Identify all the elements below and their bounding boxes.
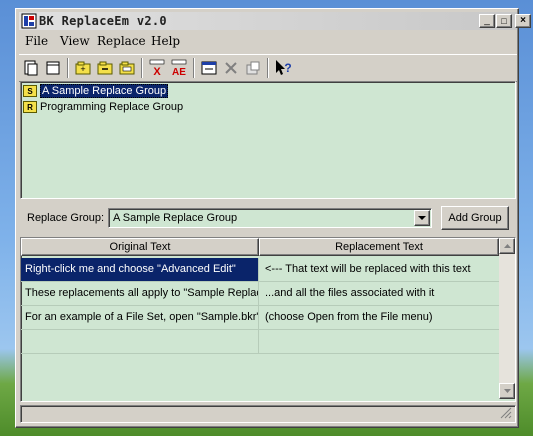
status-bar	[20, 405, 516, 423]
replacements-table[interactable]: Original Text Replacement Text Right-cli…	[20, 237, 516, 402]
edit-icon[interactable]	[199, 58, 219, 78]
maximize-button[interactable]: □	[496, 14, 512, 28]
menu-bar: File View Replace Help	[19, 32, 517, 50]
replace-groups-list[interactable]: S A Sample Replace Group R Programming R…	[20, 81, 516, 199]
group-label: A Sample Replace Group	[40, 84, 169, 98]
replace-group-label: Replace Group:	[27, 212, 105, 224]
delete-x-label: X	[153, 66, 161, 77]
close-button[interactable]: ×	[515, 14, 531, 28]
original-text-cell[interactable]	[21, 330, 259, 353]
toolbar: + X AE ?	[19, 54, 517, 82]
new-file-icon[interactable]	[21, 58, 41, 78]
remove-group-icon[interactable]	[95, 58, 115, 78]
scroll-down-icon[interactable]	[499, 383, 515, 399]
replacement-text-cell[interactable]	[259, 330, 499, 353]
delete-replacement-icon[interactable]: X	[147, 58, 167, 78]
table-row[interactable]: These replacements all apply to "Sample …	[21, 282, 499, 306]
app-icon	[21, 13, 37, 29]
blank-doc-icon[interactable]	[43, 58, 63, 78]
advanced-ae-label: AE	[172, 67, 186, 77]
original-text-cell[interactable]: Right-click me and choose "Advanced Edit…	[21, 258, 259, 281]
menu-file[interactable]: File	[25, 34, 48, 48]
chevron-down-icon[interactable]	[414, 210, 430, 226]
toolbar-separator	[67, 58, 69, 78]
group-item-sample[interactable]: S A Sample Replace Group	[23, 83, 169, 99]
column-header-replacement[interactable]: Replacement Text	[259, 238, 499, 256]
menu-view[interactable]: View	[60, 34, 90, 48]
group-r-icon: R	[23, 101, 37, 113]
replacement-text-cell[interactable]: (choose Open from the File menu)	[259, 306, 499, 329]
group-item-programming[interactable]: R Programming Replace Group	[23, 99, 183, 115]
rename-group-icon[interactable]	[117, 58, 137, 78]
table-row-empty[interactable]	[21, 330, 499, 354]
properties-icon[interactable]	[243, 58, 263, 78]
group-s-icon: S	[23, 85, 37, 97]
table-row[interactable]: For an example of a File Set, open "Samp…	[21, 306, 499, 330]
resize-grip-icon[interactable]	[500, 407, 512, 419]
add-group-icon[interactable]: +	[73, 58, 93, 78]
app-window: BK ReplaceEm v2.0 _ □ × File View Replac…	[15, 8, 531, 428]
help-question-label: ?	[284, 61, 291, 75]
toolbar-separator	[141, 58, 143, 78]
column-header-original[interactable]: Original Text	[21, 238, 259, 256]
minimize-button[interactable]: _	[479, 14, 495, 28]
title-bar[interactable]: BK ReplaceEm v2.0 _ □ ×	[19, 12, 531, 30]
group-label: Programming Replace Group	[40, 101, 184, 113]
toolbar-separator	[267, 58, 269, 78]
toolbar-separator	[193, 58, 195, 78]
advanced-edit-icon[interactable]: AE	[169, 58, 189, 78]
vertical-scrollbar[interactable]	[499, 238, 515, 399]
context-help-icon[interactable]: ?	[273, 58, 293, 78]
table-row[interactable]: Right-click me and choose "Advanced Edit…	[21, 258, 499, 282]
original-text-cell[interactable]: For an example of a File Set, open "Samp…	[21, 306, 259, 329]
replace-group-select[interactable]: A Sample Replace Group	[108, 208, 432, 228]
add-group-button[interactable]: Add Group	[441, 206, 509, 230]
menu-help[interactable]: Help	[151, 34, 180, 48]
window-title: BK ReplaceEm v2.0	[39, 14, 167, 28]
original-text-cell[interactable]: These replacements all apply to "Sample …	[21, 282, 259, 305]
menu-replace[interactable]: Replace	[97, 34, 146, 48]
svg-text:+: +	[80, 64, 85, 74]
scroll-up-icon[interactable]	[499, 238, 515, 254]
delete-icon[interactable]	[221, 58, 241, 78]
replacement-text-cell[interactable]: ...and all the files associated with it	[259, 282, 499, 305]
replacement-text-cell[interactable]: <--- That text will be replaced with thi…	[259, 258, 499, 281]
replace-group-value: A Sample Replace Group	[113, 212, 238, 224]
